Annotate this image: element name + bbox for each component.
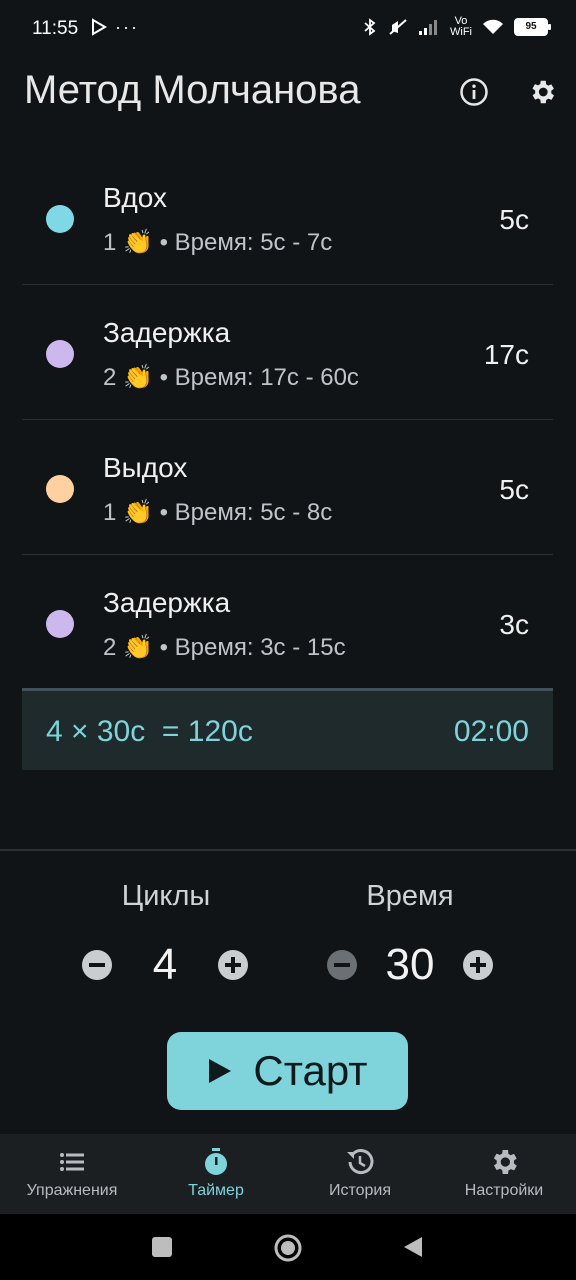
- battery-indicator: 95: [514, 18, 551, 36]
- start-button-label: Старт: [253, 1047, 368, 1094]
- phase-row-exhale[interactable]: Выдох 1 👏 • Время: 5с - 8с 5с: [22, 420, 553, 555]
- time-value: 30: [385, 940, 435, 989]
- phase-time-range: • Время: 17с - 60с: [159, 364, 359, 391]
- time-label: Время: [366, 880, 454, 912]
- clap-icon: 👏: [123, 634, 153, 661]
- cycles-decrement-button[interactable]: [82, 950, 112, 980]
- info-icon: [460, 78, 488, 106]
- page-title: Метод Молчанова: [24, 68, 361, 112]
- play-store-icon: [92, 18, 107, 36]
- status-system-icons: Vo WiFi 95: [362, 15, 551, 38]
- home-icon[interactable]: [273, 1233, 303, 1263]
- info-button[interactable]: [454, 72, 494, 112]
- nav-label: История: [328, 1182, 392, 1199]
- time-decrement-button[interactable]: [327, 950, 357, 980]
- phase-color-dot: [46, 340, 74, 368]
- phase-row-hold[interactable]: Задержка 2 👏 • Время: 17с - 60с 17с: [22, 285, 553, 420]
- minus-icon: [334, 963, 350, 967]
- clap-icon: 👏: [123, 499, 153, 526]
- status-time: 11:55: [32, 18, 79, 39]
- phase-time-range: • Время: 5с - 8с: [159, 499, 333, 526]
- phase-value: 5с: [499, 204, 529, 235]
- recents-icon[interactable]: [151, 1236, 173, 1258]
- phase-color-dot: [46, 475, 74, 503]
- summary-total: 02:00: [453, 715, 529, 748]
- phase-details: 2 👏 • Время: 17с - 60с: [103, 363, 359, 392]
- phase-color-dot: [46, 205, 74, 233]
- signal-icon: [419, 20, 437, 35]
- nav-settings[interactable]: Настройки: [432, 1134, 576, 1214]
- cycles-increment-button[interactable]: [218, 950, 248, 980]
- app-header: Метод Молчанова: [0, 58, 576, 128]
- clap-icon: 👏: [123, 364, 153, 391]
- phase-count: 1: [103, 499, 117, 526]
- cycles-label: Циклы: [121, 880, 211, 912]
- summary-formula: 4 × 30с = 120с: [46, 715, 253, 748]
- status-bar: 11:55 ··· Vo WiFi 95: [0, 0, 576, 58]
- phase-color-dot: [46, 610, 74, 638]
- timer-icon: [205, 1148, 227, 1175]
- phase-value: 3с: [499, 609, 529, 640]
- list-icon: [60, 1153, 84, 1171]
- phase-value: 17с: [483, 339, 529, 370]
- phase-details: 1 👏 • Время: 5с - 7с: [103, 228, 332, 257]
- wifi-icon: [483, 19, 503, 34]
- cycles-value: 4: [152, 940, 178, 989]
- nav-label: Таймер: [188, 1182, 244, 1199]
- plus-icon: [470, 957, 486, 973]
- nav-label: Настройки: [464, 1182, 544, 1199]
- bluetooth-icon: [364, 18, 376, 36]
- status-notification-icons: ···: [90, 17, 139, 38]
- clap-icon: 👏: [123, 229, 153, 256]
- phase-time-range: • Время: 3с - 15с: [159, 634, 346, 661]
- phase-name: Выдох: [103, 452, 188, 483]
- system-navigation-bar: [0, 1214, 576, 1280]
- mute-icon: [389, 19, 407, 35]
- section-divider: [0, 849, 576, 851]
- phase-count: 2: [103, 634, 117, 661]
- phase-count: 2: [103, 364, 117, 391]
- history-icon: [347, 1149, 374, 1175]
- nav-exercises[interactable]: Упражнения: [0, 1134, 144, 1214]
- minus-icon: [89, 963, 105, 967]
- phase-name: Задержка: [103, 317, 231, 348]
- settings-icon: [493, 1150, 517, 1174]
- plus-icon: [225, 957, 241, 973]
- time-stepper: 30: [327, 940, 493, 990]
- phase-details: 2 👏 • Время: 3с - 15с: [103, 633, 346, 662]
- vowifi-icon: Vo WiFi: [450, 15, 472, 38]
- phase-row-hold-2[interactable]: Задержка 2 👏 • Время: 3с - 15с 3с: [22, 555, 553, 689]
- back-icon[interactable]: [402, 1235, 424, 1259]
- total-summary: 4 × 30с = 120с 02:00: [22, 688, 553, 770]
- play-icon: [209, 1059, 232, 1083]
- phase-details: 1 👏 • Время: 5с - 8с: [103, 498, 332, 527]
- bottom-navigation: Упражнения Таймер История Настройки: [0, 1134, 576, 1214]
- nav-timer[interactable]: Таймер: [144, 1134, 288, 1214]
- phase-list: Вдох 1 👏 • Время: 5с - 7с 5с Задержка 2 …: [22, 150, 553, 689]
- phase-time-range: • Время: 5с - 7с: [159, 229, 333, 256]
- nav-history[interactable]: История: [288, 1134, 432, 1214]
- gear-icon: [532, 80, 554, 104]
- nav-label: Упражнения: [26, 1182, 118, 1199]
- settings-button[interactable]: [522, 72, 562, 112]
- phase-count: 1: [103, 229, 117, 256]
- cycles-stepper: 4: [82, 940, 248, 990]
- phase-value: 5с: [499, 474, 529, 505]
- phase-name: Задержка: [103, 587, 231, 618]
- time-increment-button[interactable]: [463, 950, 493, 980]
- phase-name: Вдох: [103, 182, 167, 213]
- phase-row-inhale[interactable]: Вдох 1 👏 • Время: 5с - 7с 5с: [22, 150, 553, 285]
- start-button[interactable]: Старт: [167, 1032, 408, 1110]
